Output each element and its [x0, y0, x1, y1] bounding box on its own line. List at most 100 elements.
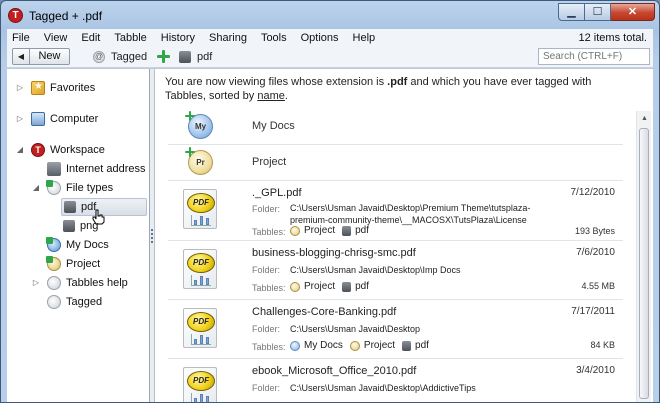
folder-path: C:\Users\Usman Javaid\Desktop\Imp Docs — [290, 265, 461, 275]
file-size: 4.55 MB — [581, 281, 615, 291]
tag-row[interactable]: My My Docs — [168, 109, 623, 145]
file-row[interactable]: PDF business-blogging-chrisg-smc.pdf 7/6… — [168, 241, 623, 300]
menu-bar: File View Edit Tabble History Sharing To… — [7, 29, 653, 47]
file-row[interactable]: PDF ._GPL.pdf 7/12/2010 Folder: C:\Users… — [168, 181, 623, 241]
tag-dot-icon — [349, 340, 360, 351]
sort-name-link[interactable]: name — [257, 90, 285, 102]
tag-ball-icon — [46, 256, 61, 271]
file-tag[interactable]: My Docs — [304, 340, 343, 351]
file-row[interactable]: PDF Challenges-Core-Banking.pdf 7/17/201… — [168, 300, 623, 359]
pdf-badge: PDF — [187, 312, 215, 332]
tabbles-label: Tabbles: — [252, 283, 286, 293]
toolbar: ◀ New @ Tagged pdf — [7, 47, 653, 68]
workspace-collapse-arrow[interactable]: ◢ — [16, 146, 24, 154]
tag-dot-icon — [290, 340, 300, 351]
folder-label: Folder: — [252, 383, 281, 393]
filetype-icon — [342, 281, 352, 292]
pdf-file-icon: PDF — [183, 189, 217, 229]
file-date: 7/17/2011 — [571, 306, 615, 317]
view-description: You are now viewing files whose extensio… — [165, 76, 592, 102]
menu-file[interactable]: File — [7, 32, 37, 44]
file-tags: My Docs Project pdf — [290, 340, 429, 351]
search-input[interactable] — [538, 48, 650, 65]
file-tags: Project pdf — [290, 225, 369, 236]
minimize-button[interactable]: ▁ — [558, 3, 585, 21]
file-date: 7/12/2010 — [570, 187, 616, 198]
vertical-scrollbar[interactable]: ▲ — [636, 111, 652, 402]
menu-history[interactable]: History — [154, 32, 202, 44]
file-row[interactable]: PDF ebook_Microsoft_Office_2010.pdf 3/4/… — [168, 359, 623, 402]
breadcrumb-tagged[interactable]: Tagged — [111, 51, 147, 63]
splitter-grip-icon — [151, 229, 153, 243]
pdf-file-icon: PDF — [183, 308, 217, 348]
tabbles-app-icon: T — [8, 8, 23, 23]
menu-view[interactable]: View — [37, 32, 75, 44]
tree-item-png[interactable]: png — [61, 217, 98, 235]
folder-label: Folder: — [252, 265, 281, 275]
scroll-thumb[interactable] — [639, 128, 649, 399]
tree-item-label: Workspace — [50, 144, 105, 156]
tabbles-label: Tabbles: — [252, 227, 286, 237]
tree-item-label: Favorites — [50, 82, 96, 94]
tree-item-label: File types — [66, 182, 114, 194]
tree-item-tagged[interactable]: Tagged — [47, 293, 102, 311]
tree-item-project[interactable]: Project — [46, 255, 100, 273]
folder-path: C:\Users\Usman Javaid\Desktop\AddictiveT… — [290, 383, 476, 393]
file-tags: Project pdf — [290, 281, 369, 292]
filetypes-collapse-arrow[interactable]: ◢ — [32, 184, 40, 192]
filetype-icon — [64, 201, 76, 213]
tree-item-internet-address[interactable]: Internet address — [47, 160, 146, 178]
back-button[interactable]: ◀ — [12, 48, 30, 65]
filetype-icon — [179, 51, 191, 63]
tree-item-tables-help[interactable]: Tabbles help — [47, 274, 128, 292]
tables-help-expand-arrow[interactable]: ▷ — [32, 279, 40, 287]
file-tag[interactable]: pdf — [415, 340, 429, 351]
folder-path: C:\Users\Usman Javaid\Desktop\Premium Th… — [290, 203, 531, 225]
tree-item-label: Tagged — [66, 296, 103, 308]
items-count: 12 items total. — [578, 32, 647, 44]
file-tag[interactable]: Project — [304, 225, 335, 236]
tagged-ball-icon — [47, 295, 61, 309]
filetype-icon — [342, 225, 352, 236]
extension-label: .pdf — [387, 76, 408, 88]
file-name: ebook_Microsoft_Office_2010.pdf — [252, 365, 417, 377]
menu-tools[interactable]: Tools — [254, 32, 294, 44]
tree-item-workspace[interactable]: T Workspace — [31, 141, 105, 159]
tree-item-favorites[interactable]: Favorites — [31, 79, 95, 97]
menu-edit[interactable]: Edit — [74, 32, 107, 44]
pane-splitter[interactable] — [150, 69, 155, 402]
menu-help[interactable]: Help — [346, 32, 383, 44]
folder-path: C:\Users\Usman Javaid\Desktop — [290, 324, 421, 334]
menu-tabble[interactable]: Tabble — [107, 32, 153, 44]
file-tag[interactable]: pdf — [355, 225, 369, 236]
file-name: business-blogging-chrisg-smc.pdf — [252, 247, 416, 259]
tree-item-computer[interactable]: Computer — [31, 110, 98, 128]
filetype-icon — [402, 340, 412, 351]
file-view: You are now viewing files whose extensio… — [156, 69, 653, 402]
tree-item-file-types[interactable]: File types — [46, 179, 114, 197]
menu-sharing[interactable]: Sharing — [202, 32, 254, 44]
tree-item-label: Internet address — [66, 163, 146, 175]
computer-icon — [31, 112, 45, 126]
computer-expand-arrow[interactable]: ▷ — [16, 115, 24, 123]
file-tag[interactable]: Project — [364, 340, 395, 351]
close-button[interactable]: ✕ — [611, 3, 655, 21]
file-size: 84 KB — [590, 340, 615, 350]
maximize-button[interactable]: ☐ — [585, 3, 611, 21]
tree-item-label: Tabbles help — [66, 277, 128, 289]
new-button[interactable]: New — [30, 48, 70, 65]
scroll-up-arrow-icon[interactable]: ▲ — [637, 111, 652, 126]
breadcrumb-pdf[interactable]: pdf — [197, 51, 212, 63]
title-bar: T Tagged + .pdf ▁ ☐ ✕ — [1, 1, 659, 29]
file-tag[interactable]: Project — [304, 281, 335, 292]
file-tag[interactable]: pdf — [355, 281, 369, 292]
tabbles-logo-icon: T — [31, 143, 45, 157]
menu-options[interactable]: Options — [294, 32, 346, 44]
tree-item-label: My Docs — [66, 239, 109, 251]
favorites-expand-arrow[interactable]: ▷ — [16, 84, 24, 92]
pdf-badge: PDF — [187, 371, 215, 391]
tag-row[interactable]: Pr Project — [168, 145, 623, 181]
plus-icon — [157, 50, 170, 63]
star-folder-icon — [31, 81, 45, 95]
tree-item-my-docs[interactable]: My Docs — [46, 236, 109, 254]
